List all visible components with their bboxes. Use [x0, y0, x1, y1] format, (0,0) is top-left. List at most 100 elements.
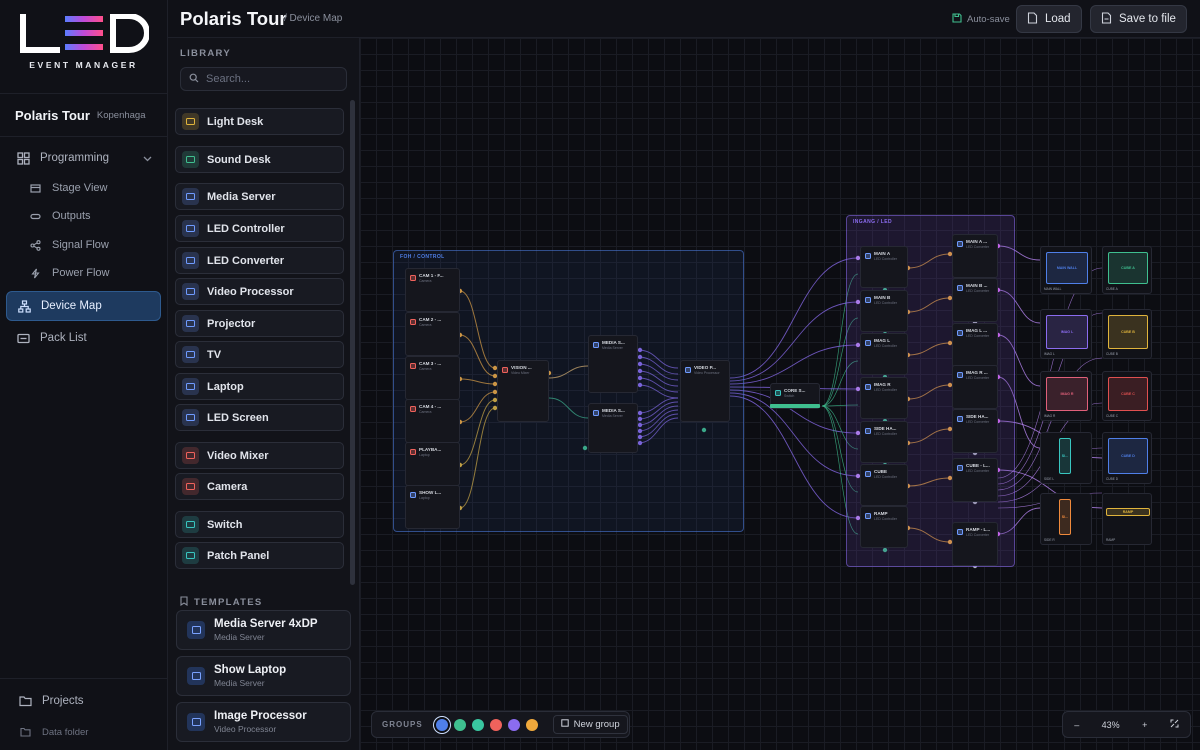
library-item[interactable]: Media Server: [175, 183, 344, 210]
nav-outputs[interactable]: Outputs: [0, 203, 168, 229]
device-node[interactable]: MEDIA S... Media Server: [588, 335, 638, 393]
node-subtitle: LED Controller: [874, 432, 897, 436]
group-color-swatch[interactable]: [507, 718, 520, 731]
led-screen-node[interactable]: CUBE C CUBE C: [1102, 371, 1152, 421]
device-node[interactable]: SHOW L... Laptop: [405, 485, 460, 529]
library-item[interactable]: Projector: [175, 310, 344, 337]
chevron-down-icon[interactable]: [143, 153, 152, 165]
led-screen-node[interactable]: SI... SIDE R: [1040, 493, 1092, 545]
template-item[interactable]: Image Processor Video Processor: [176, 702, 351, 742]
led-screen-node[interactable]: CUBE B CUBE B: [1102, 309, 1152, 359]
screen-label: CUBE B: [1106, 352, 1118, 356]
node-title: CUBE - L...: [966, 463, 990, 468]
device-node[interactable]: IMAG L LED Controller: [860, 333, 908, 375]
library-item[interactable]: TV: [175, 341, 344, 368]
template-item[interactable]: Show Laptop Media Server: [176, 656, 351, 696]
device-node[interactable]: RAMP LED Controller: [860, 506, 908, 548]
library-item-label: TV: [207, 348, 222, 361]
led-screen-node[interactable]: IMAG L IMAG L: [1040, 309, 1092, 359]
library-item[interactable]: LED Controller: [175, 215, 344, 242]
device-node[interactable]: VISION ... Video Mixer: [497, 360, 549, 422]
fullscreen-icon[interactable]: [1170, 719, 1179, 730]
group-color-swatch[interactable]: [471, 718, 484, 731]
new-group-button[interactable]: New group: [552, 715, 628, 734]
device-icon: [865, 384, 871, 390]
save-to-file-label: Save to file: [1119, 13, 1176, 25]
nav-power-flow[interactable]: Power Flow: [0, 260, 168, 286]
library-item[interactable]: Light Desk: [175, 108, 344, 135]
library-item[interactable]: Sound Desk: [175, 146, 344, 173]
group-color-swatch[interactable]: [435, 718, 448, 731]
led-screen-node[interactable]: IMAG R IMAG R: [1040, 371, 1092, 421]
device-icon: [957, 416, 963, 422]
sidebar-footer: Projects Data folder: [0, 678, 168, 750]
device-icon: [182, 188, 199, 205]
library-item[interactable]: LED Converter: [175, 247, 344, 274]
signal-wire[interactable]: [729, 257, 859, 379]
nav-stage-view[interactable]: Stage View: [0, 175, 168, 201]
screen-label: MAIN WALL: [1044, 287, 1062, 291]
nav-device-map[interactable]: Device Map: [6, 291, 161, 321]
node-text: IMAG L ... LED Converter: [966, 328, 989, 338]
zoom-in-button[interactable]: +: [1142, 720, 1147, 730]
save-to-file-button[interactable]: Save to file: [1090, 5, 1187, 33]
node-header: CAM 3 - ... Camera: [410, 361, 441, 371]
device-map-canvas[interactable]: GROUPS New group – 43% + FOH / CONTROL IN…: [360, 38, 1200, 750]
library-item[interactable]: Laptop: [175, 373, 344, 400]
group-color-swatch[interactable]: [489, 718, 502, 731]
screen-preview: IMAG R: [1046, 377, 1088, 411]
device-node[interactable]: CAM 4 - ... Camera: [405, 399, 460, 443]
autosave-indicator[interactable]: Auto-save: [952, 13, 1010, 26]
node-header: SHOW L... Laptop: [410, 490, 441, 500]
led-screen-node[interactable]: SI... SIDE L: [1040, 432, 1092, 484]
led-screen-node[interactable]: MAIN WALL MAIN WALL: [1040, 246, 1092, 294]
device-node[interactable]: IMAG L ... LED Converter: [952, 323, 998, 367]
device-node[interactable]: MAIN B ... LED Converter: [952, 278, 998, 322]
library-panel: LIBRARY Light Desk Sound Desk Media Server…: [168, 38, 360, 750]
group-color-swatch[interactable]: [453, 718, 466, 731]
nav-programming[interactable]: Programming: [0, 144, 168, 172]
library-item[interactable]: Switch: [175, 511, 344, 538]
signal-wire[interactable]: [729, 395, 859, 519]
led-screen-node[interactable]: CUBE A CUBE A: [1102, 246, 1152, 294]
nav-pack-list[interactable]: Pack List: [0, 324, 168, 352]
node-header: CUBE - L... LED Converter: [957, 463, 990, 473]
nav-signal-flow[interactable]: Signal Flow: [0, 232, 168, 258]
library-scrollbar[interactable]: [350, 100, 355, 585]
search-input[interactable]: [206, 73, 336, 85]
group-color-swatch[interactable]: [525, 718, 538, 731]
nav-projects[interactable]: Projects: [2, 687, 170, 715]
device-node[interactable]: MAIN B LED Controller: [860, 290, 908, 332]
library-item[interactable]: Video Processor: [175, 278, 344, 305]
device-node[interactable]: CUBE LED Controller: [860, 464, 908, 506]
device-node[interactable]: MAIN A LED Controller: [860, 246, 908, 288]
library-item[interactable]: Camera: [175, 473, 344, 500]
device-node[interactable]: SIDE HA... LED Controller: [860, 421, 908, 463]
brand-logo[interactable]: EVENT MANAGER: [0, 0, 167, 94]
device-node[interactable]: CAM 1 - F... Camera: [405, 268, 460, 312]
device-node[interactable]: RAMP - L... LED Converter: [952, 522, 998, 566]
device-node[interactable]: IMAG R ... LED Converter: [952, 365, 998, 409]
node-title: IMAG L ...: [966, 328, 988, 333]
led-screen-node[interactable]: RAMP RAMP: [1102, 493, 1152, 545]
device-node[interactable]: VIDEO P... Video Processor: [680, 360, 730, 422]
template-item[interactable]: Media Server 4xDP Media Server: [176, 610, 351, 650]
library-search[interactable]: [180, 67, 347, 91]
load-button[interactable]: Load: [1016, 5, 1082, 33]
led-screen-node[interactable]: CUBE D CUBE D: [1102, 432, 1152, 484]
device-node[interactable]: MAIN A ... LED Converter: [952, 234, 998, 278]
groups-bar: GROUPS New group: [371, 711, 630, 738]
device-node[interactable]: CAM 3 - ... Camera: [405, 356, 460, 400]
library-item[interactable]: Patch Panel: [175, 542, 344, 569]
zoom-out-button[interactable]: –: [1074, 720, 1079, 730]
device-node[interactable]: PLAYBA... Laptop: [405, 442, 460, 486]
device-node[interactable]: IMAG R LED Controller: [860, 377, 908, 419]
device-node[interactable]: MEDIA S... Media Server: [588, 403, 638, 453]
device-node[interactable]: SIDE HA... LED Converter: [952, 409, 998, 453]
library-item[interactable]: Video Mixer: [175, 442, 344, 469]
library-item[interactable]: LED Screen: [175, 404, 344, 431]
nav-data-folder[interactable]: Data folder: [0, 719, 158, 745]
device-node[interactable]: CAM 2 - ... Camera: [405, 312, 460, 356]
device-node[interactable]: CUBE - L... LED Converter: [952, 458, 998, 502]
zoom-controls: – 43% +: [1062, 711, 1191, 738]
